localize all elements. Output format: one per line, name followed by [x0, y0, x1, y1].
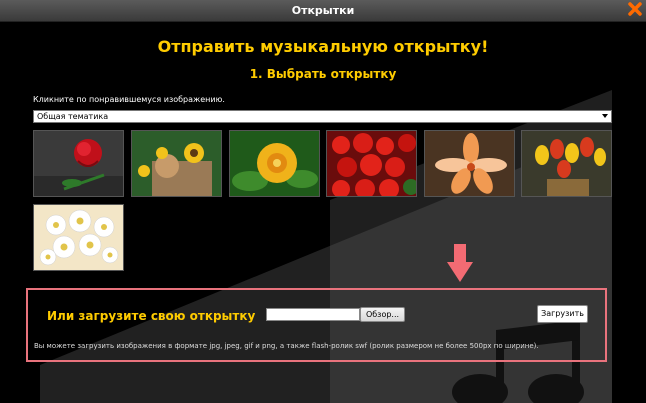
category-select-value: Общая тематика [37, 112, 109, 121]
tulips-bouquet-image [522, 131, 611, 196]
card-thumbnail-yellow-flower[interactable] [229, 130, 320, 197]
card-thumbnail-red-rose[interactable] [33, 130, 124, 197]
red-flowers-image [327, 131, 416, 196]
yellow-flower-image [230, 131, 319, 196]
window-titlebar: Открытки [0, 0, 646, 22]
window-title: Открытки [291, 4, 355, 17]
card-thumbnail-tulips-bouquet[interactable] [521, 130, 612, 197]
category-select[interactable]: Общая тематика [33, 110, 612, 123]
arrow-down-icon [447, 244, 473, 282]
close-icon[interactable] [627, 1, 643, 17]
upload-note: Вы можете загрузить изображения в формат… [34, 342, 539, 350]
browse-button[interactable]: Обзор... [360, 307, 405, 322]
lily-image [425, 131, 514, 196]
file-path-input[interactable] [266, 308, 360, 321]
page-title: Отправить музыкальную открытку! [157, 37, 489, 56]
red-rose-image [34, 131, 123, 196]
step-heading: 1. Выбрать открытку [249, 67, 397, 81]
card-thumbnail-lily[interactable] [424, 130, 515, 197]
card-thumbnail-daisies[interactable] [33, 204, 124, 271]
teddy-bear-sunflowers-image [132, 131, 221, 196]
card-thumbnail-teddy-bear-sunflowers[interactable] [131, 130, 222, 197]
card-thumbnail-red-flowers[interactable] [326, 130, 417, 197]
instruction-text: Кликните по понравившемуся изображению. [33, 95, 225, 104]
upload-title: Или загрузите свою открытку [47, 309, 256, 323]
chevron-down-icon [602, 114, 608, 118]
upload-button[interactable]: Загрузить [537, 305, 588, 323]
daisies-image [34, 205, 123, 270]
upload-panel [26, 288, 607, 362]
